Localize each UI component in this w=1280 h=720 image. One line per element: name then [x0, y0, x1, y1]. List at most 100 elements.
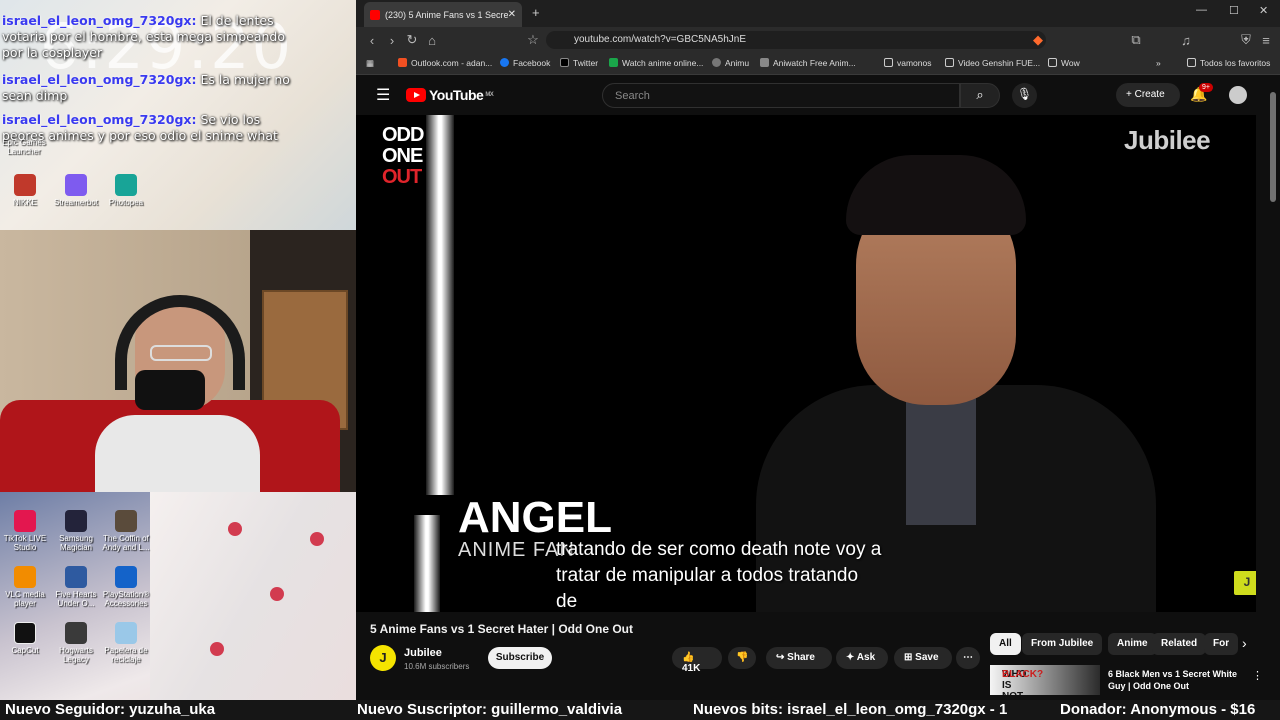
- ask-label: Ask: [856, 652, 876, 663]
- bookmark-wow[interactable]: Wow: [1048, 58, 1080, 68]
- reload-icon[interactable]: ↻: [402, 32, 422, 48]
- new-tab-icon[interactable]: +: [532, 5, 540, 20]
- share-button[interactable]: ↪ Share: [766, 647, 832, 669]
- youtube-logo[interactable]: YouTube MX: [406, 87, 494, 103]
- chip-anime[interactable]: Anime: [1108, 633, 1157, 655]
- video-player[interactable]: ODD ONE OUT Jubilee ANGEL ANIME FAN trat…: [356, 115, 1256, 612]
- tab-youtube[interactable]: (230) 5 Anime Fans vs 1 Secret ✕: [364, 2, 522, 27]
- video-title: 5 Anime Fans vs 1 Secret Hater | Odd One…: [370, 622, 633, 636]
- home-icon[interactable]: ⌂: [422, 33, 442, 48]
- apps-grid-icon[interactable]: ▦: [366, 58, 374, 69]
- minimize-icon[interactable]: —: [1196, 4, 1207, 16]
- chip-from-jubilee[interactable]: From Jubilee: [1022, 633, 1103, 655]
- bookmark-facebook[interactable]: Facebook: [500, 58, 550, 68]
- more-actions-button[interactable]: ⋯: [956, 647, 980, 669]
- bookmark-watch-anime[interactable]: Watch anime online...: [609, 58, 703, 68]
- five-hearts-icon: [65, 566, 87, 588]
- save-button[interactable]: ⊞ Save: [894, 647, 952, 669]
- globe-icon: [712, 58, 721, 67]
- desktop-icon-samsung[interactable]: Samsung Magician: [52, 510, 100, 552]
- extensions-icon[interactable]: ⧉: [1126, 32, 1146, 48]
- bookmark-outlook[interactable]: Outlook.com - adan...: [398, 58, 492, 68]
- nikke-icon: [14, 174, 36, 196]
- chip-for[interactable]: For: [1204, 633, 1238, 655]
- like-button[interactable]: 👍 41K: [672, 647, 722, 674]
- desktop-icon-streamerbot[interactable]: Streamerbot: [52, 174, 100, 207]
- lower-third-name: ANGEL: [458, 493, 612, 542]
- chat-message: israel_el_leon_omg_7320gx: El de lentes …: [2, 13, 302, 61]
- desktop-icon-vlc[interactable]: VLC media player: [1, 566, 49, 608]
- icon-label: NIKKE: [12, 198, 37, 207]
- neon-light: [426, 115, 454, 495]
- desktop-icon-photopea[interactable]: Photopea: [102, 174, 150, 207]
- youtube-logo-text: YouTube: [429, 87, 484, 103]
- dislike-button[interactable]: 👎: [728, 647, 756, 669]
- desktop-icon-tiktok[interactable]: TikTok LIVE Studio: [1, 510, 49, 552]
- microphone: [135, 370, 205, 410]
- channel-name[interactable]: Jubilee: [404, 647, 442, 659]
- playstation-icon: [115, 566, 137, 588]
- chevron-right-icon[interactable]: ›: [1242, 635, 1247, 651]
- create-button[interactable]: + Create: [1116, 83, 1180, 107]
- channel-avatar[interactable]: J: [370, 645, 396, 671]
- close-window-icon[interactable]: ✕: [1259, 4, 1268, 17]
- chip-all[interactable]: All: [990, 633, 1021, 655]
- like-count: 41K: [682, 663, 701, 674]
- tab-bar: (230) 5 Anime Fans vs 1 Secret ✕ + — ☐ ✕: [356, 0, 1280, 27]
- bookmark-icon[interactable]: ☆: [523, 32, 543, 48]
- forward-icon[interactable]: ›: [382, 33, 402, 48]
- url-field[interactable]: youtube.com/watch?v=GBC5NA5hJnE: [546, 31, 1046, 49]
- jubilee-watermark: Jubilee: [1124, 125, 1211, 155]
- bookmark-vamonos[interactable]: vamonos: [884, 58, 932, 68]
- x-icon: [560, 58, 569, 67]
- caption-line: tratar de manipular a todos tratando: [556, 565, 859, 586]
- chevron-right-icon[interactable]: »: [1156, 58, 1161, 68]
- search-input[interactable]: Search: [602, 83, 960, 108]
- flower-decoration: [228, 522, 242, 536]
- avatar[interactable]: [1229, 86, 1247, 104]
- recommended-title[interactable]: 6 Black Men vs 1 Secret White Guy | Odd …: [1108, 668, 1248, 692]
- scrollbar[interactable]: [1270, 92, 1276, 202]
- ask-button[interactable]: ✦ Ask: [836, 647, 888, 669]
- thumbs-down-icon: 👎: [736, 652, 749, 663]
- recommended-video[interactable]: WHO IS NOTBLACK? 6 Black Men vs 1 Secret…: [990, 665, 1263, 695]
- desktop-icon-coffin[interactable]: The Coffin of Andy and L...: [102, 510, 150, 552]
- kebab-menu-icon[interactable]: ⋮: [1252, 669, 1263, 682]
- menu-icon[interactable]: ≡: [1256, 33, 1276, 48]
- all-bookmarks[interactable]: Todos los favoritos: [1187, 58, 1270, 68]
- music-icon[interactable]: ♫: [1176, 33, 1196, 48]
- flower-decoration: [210, 642, 224, 656]
- epic-label: Epic Games Launcher: [2, 138, 46, 156]
- desktop-icon-hogwarts[interactable]: Hogwarts Legacy: [52, 622, 100, 664]
- save-label: Save: [915, 652, 939, 663]
- back-icon[interactable]: ‹: [362, 33, 382, 48]
- maximize-icon[interactable]: ☐: [1229, 4, 1239, 17]
- bookmark-aniwatch[interactable]: Aniwatch Free Anim...: [760, 58, 856, 68]
- hamburger-menu-icon[interactable]: ☰: [376, 85, 390, 105]
- voice-search-button[interactable]: 🎙: [1012, 83, 1037, 108]
- desktop-icon-five-hearts[interactable]: Five Hearts Under O...: [52, 566, 100, 608]
- bookmark-label: Facebook: [513, 58, 551, 68]
- bookmark-animu[interactable]: Animu: [712, 58, 749, 68]
- hogwarts-icon: [65, 622, 87, 644]
- search-button[interactable]: ⌕: [960, 83, 1000, 108]
- desktop-icon-capcut[interactable]: CapCut: [1, 622, 49, 655]
- tab-title: (230) 5 Anime Fans vs 1 Secret: [385, 9, 508, 20]
- desktop-icon-playstation[interactable]: PlayStation® Accessories: [102, 566, 150, 608]
- desktop-icon-recycle-bin[interactable]: Papelera de reciclaje: [102, 622, 150, 664]
- ticker-subscriber: Nuevo Suscriptor: guillermo_valdivia: [357, 701, 623, 718]
- shield-icon[interactable]: ⛨: [1236, 32, 1256, 48]
- video-thumbnail[interactable]: WHO IS NOTBLACK?: [990, 665, 1100, 695]
- chip-related[interactable]: Related: [1152, 633, 1207, 655]
- subscribe-button[interactable]: Subscribe: [488, 647, 552, 669]
- desktop-icon-epic[interactable]: Epic Games Launcher: [0, 138, 48, 156]
- icon-label: Papelera de reciclaje: [104, 646, 148, 664]
- bookmark-label: Wow: [1061, 58, 1080, 68]
- icon-label: TikTok LIVE Studio: [3, 534, 47, 552]
- close-tab-icon[interactable]: ✕: [508, 9, 516, 20]
- anime-site-icon: [609, 58, 618, 67]
- desktop-icon-nikke[interactable]: NIKKE: [1, 174, 49, 207]
- bookmark-twitter[interactable]: Twitter: [560, 58, 598, 68]
- brave-shield-icon[interactable]: ◆: [1028, 32, 1048, 48]
- bookmark-video-genshin[interactable]: Video Genshin FUE...: [945, 58, 1040, 68]
